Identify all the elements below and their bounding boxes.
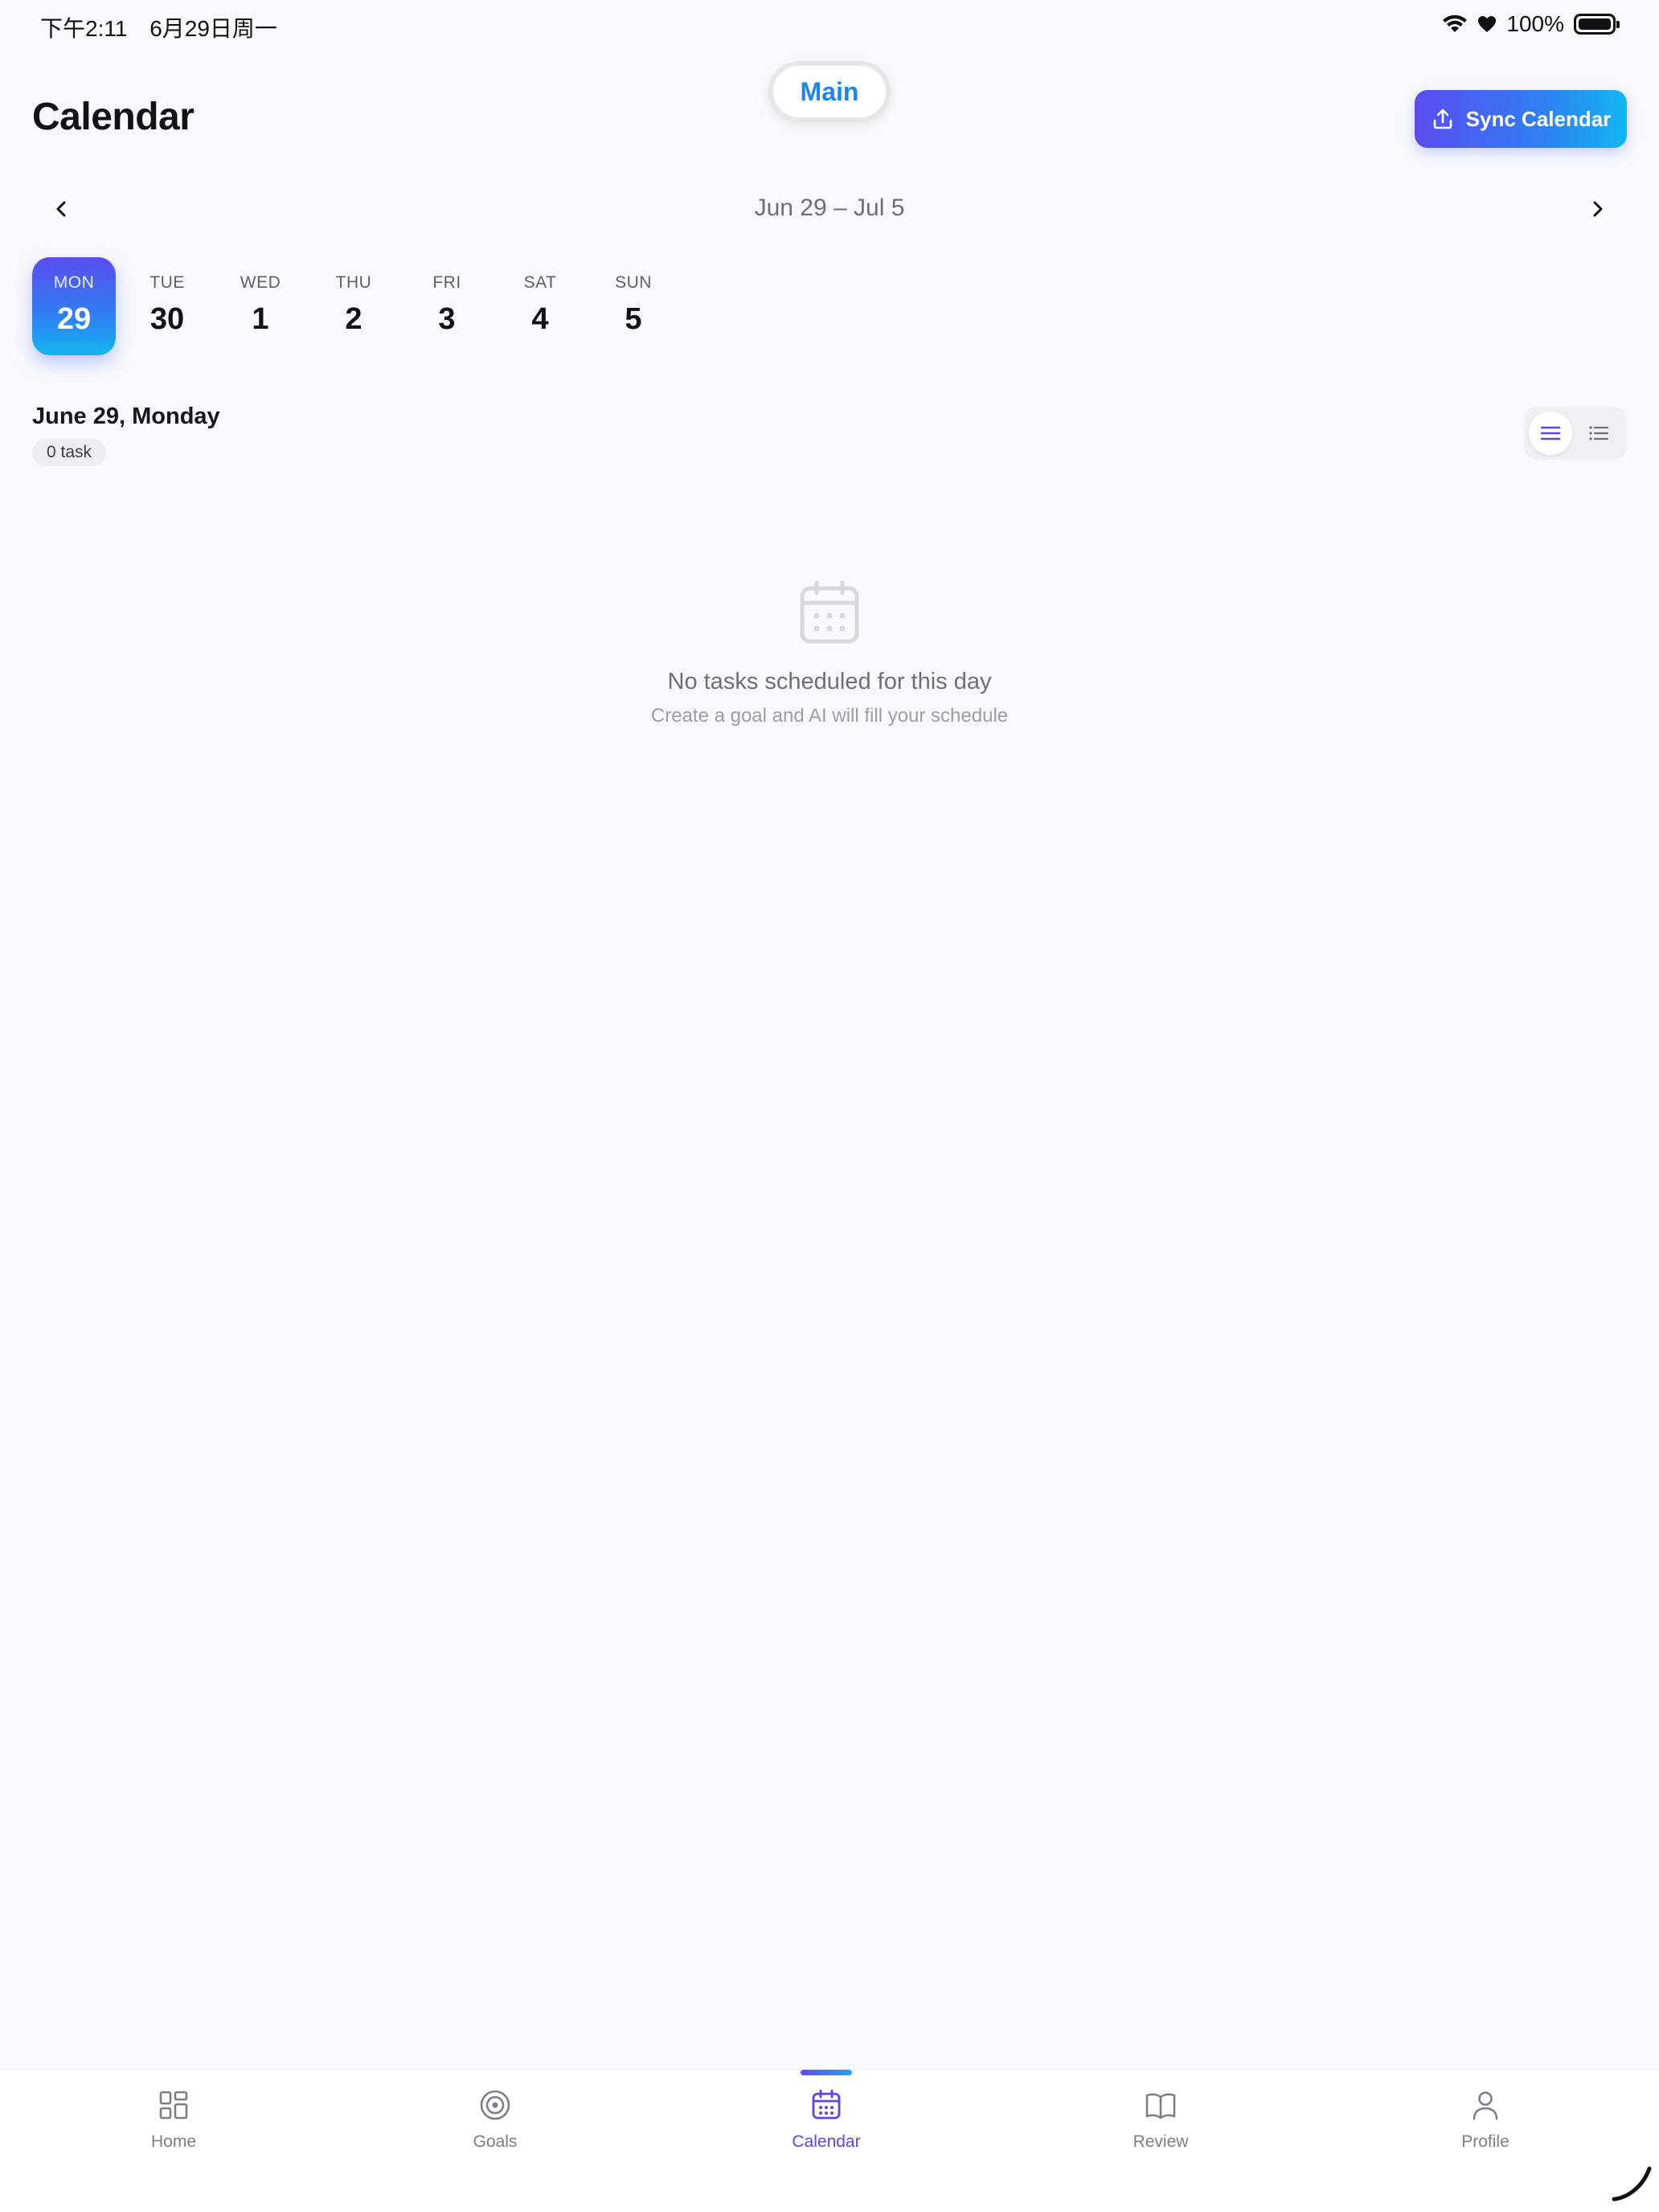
day-friday[interactable]: FRI 3 bbox=[405, 257, 489, 355]
day-number: 1 bbox=[252, 302, 269, 336]
day-thursday[interactable]: THU 2 bbox=[312, 257, 395, 355]
day-of-week: MON bbox=[53, 273, 95, 292]
corner-gesture-icon bbox=[1612, 2166, 1652, 2202]
chevron-right-icon bbox=[1593, 201, 1603, 217]
day-monday[interactable]: MON 29 bbox=[32, 257, 116, 355]
day-number: 29 bbox=[56, 302, 92, 336]
tab-home[interactable]: Home bbox=[93, 2087, 254, 2152]
day-of-week: SAT bbox=[523, 273, 557, 292]
target-icon bbox=[480, 2090, 510, 2120]
tab-profile[interactable]: Profile bbox=[1405, 2087, 1566, 2152]
person-icon bbox=[1473, 2091, 1498, 2120]
empty-state-subtitle: Create a goal and AI will fill your sche… bbox=[650, 705, 1009, 727]
tab-label: Review bbox=[1133, 2132, 1189, 2151]
day-of-week: FRI bbox=[432, 273, 461, 292]
tab-label: Home bbox=[150, 2132, 197, 2151]
day-number: 4 bbox=[531, 302, 549, 336]
bottom-tab-bar: Home Goals Calendar Review Profile bbox=[0, 2069, 1659, 2212]
tab-goals[interactable]: Goals bbox=[415, 2087, 576, 2152]
grid-icon bbox=[159, 2091, 188, 2120]
empty-state-title: No tasks scheduled for this day bbox=[667, 669, 992, 694]
day-tuesday[interactable]: TUE 30 bbox=[125, 257, 209, 355]
day-of-week: SUN bbox=[615, 273, 652, 292]
timeline-view-button[interactable] bbox=[1529, 412, 1572, 455]
list-icon bbox=[1589, 426, 1609, 440]
calendar-empty-icon bbox=[800, 580, 859, 644]
status-time: 下午2:11 bbox=[40, 16, 128, 41]
tab-review[interactable]: Review bbox=[1080, 2087, 1241, 2152]
sync-calendar-button[interactable]: Sync Calendar bbox=[1415, 90, 1627, 148]
page-title: Calendar bbox=[32, 96, 195, 138]
calendar-icon bbox=[812, 2089, 841, 2120]
next-week-button[interactable] bbox=[1580, 191, 1616, 227]
day-of-week: WED bbox=[240, 273, 281, 292]
status-left: 下午2:11 6月29日周一 bbox=[40, 11, 293, 43]
day-number: 30 bbox=[150, 302, 185, 336]
tab-label: Calendar bbox=[792, 2132, 861, 2151]
week-range: Jun 29 – Jul 5 bbox=[754, 195, 905, 221]
day-number: 3 bbox=[438, 302, 456, 336]
list-view-button[interactable] bbox=[1577, 412, 1620, 455]
menu-lines-icon bbox=[1540, 426, 1561, 440]
tab-label: Goals bbox=[473, 2132, 518, 2151]
day-wednesday[interactable]: WED 1 bbox=[219, 257, 302, 355]
day-of-week: TUE bbox=[150, 273, 185, 292]
day-saturday[interactable]: SAT 4 bbox=[498, 257, 582, 355]
view-mode-toggle bbox=[1524, 407, 1627, 460]
wifi-icon bbox=[1443, 14, 1468, 32]
sync-calendar-label: Sync Calendar bbox=[1465, 106, 1612, 131]
day-number: 2 bbox=[345, 302, 363, 336]
battery-icon bbox=[1574, 14, 1620, 35]
day-number: 5 bbox=[625, 302, 642, 336]
selected-day-heading: June 29, Monday bbox=[32, 403, 220, 429]
active-tab-indicator bbox=[801, 2070, 852, 2075]
task-count-badge: 0 task bbox=[32, 439, 107, 466]
tab-label: Profile bbox=[1461, 2132, 1509, 2151]
book-icon bbox=[1145, 2093, 1176, 2120]
calendar-screen: 下午2:11 6月29日周一 100% Calendar Main Sync C… bbox=[0, 0, 1659, 2212]
status-right: 100% bbox=[1442, 11, 1620, 37]
upload-icon bbox=[1433, 109, 1452, 129]
workspace-pill[interactable]: Main bbox=[768, 61, 891, 122]
battery-percent: 100% bbox=[1506, 11, 1564, 36]
day-sunday[interactable]: SUN 5 bbox=[592, 257, 675, 355]
status-bar: 下午2:11 6月29日周一 100% bbox=[0, 0, 1659, 51]
day-of-week: THU bbox=[335, 273, 372, 292]
heart-icon bbox=[1478, 16, 1497, 32]
tab-calendar[interactable]: Calendar bbox=[746, 2087, 907, 2152]
status-date: 6月29日周一 bbox=[150, 16, 277, 41]
